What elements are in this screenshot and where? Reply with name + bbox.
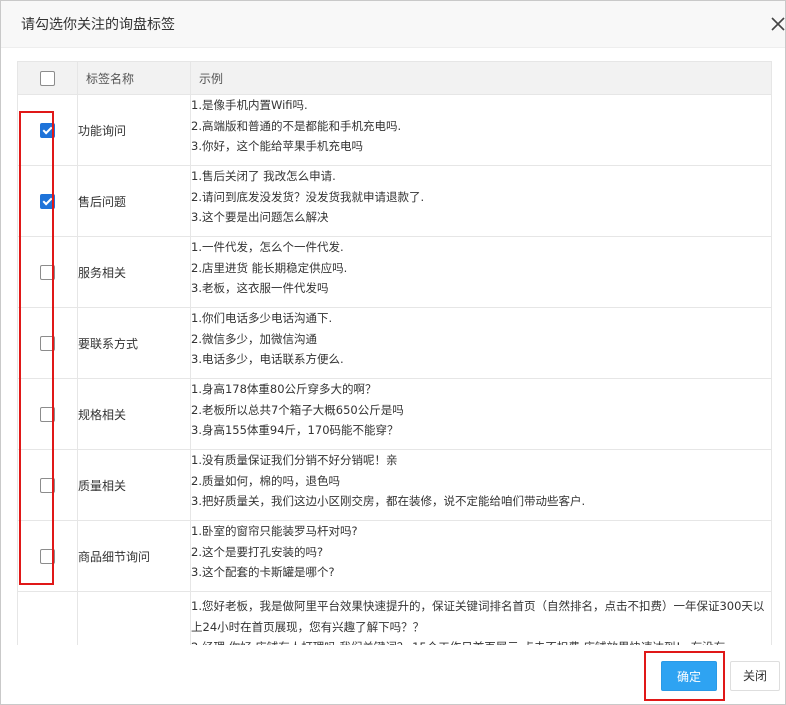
- tag-examples: 1.身高178体重80公斤穿多大的啊？ 2.老板所以总共7个箱子大概650公斤是…: [190, 378, 772, 450]
- tag-name: 服务相关: [77, 236, 191, 308]
- table-row: 商品细节询问 1.卧室的窗帘只能装罗马杆对吗? 2.这个是要打孔安装的吗? 3.…: [17, 520, 772, 592]
- tag-examples: 1.一件代发，怎么个一件代发. 2.店里进货 能长期稳定供应吗. 3.老板，这衣…: [190, 236, 772, 308]
- table-row: 售后问题 1.售后关闭了 我改怎么申请. 2.请问到底发没发货？没发货我就申请退…: [17, 165, 772, 237]
- tag-checkbox-product-detail[interactable]: [40, 548, 55, 564]
- table-row: 要联系方式 1.你们电话多少电话沟通下. 2.微信多少，加微信沟通 3.电话多少…: [17, 307, 772, 379]
- example-line: 2.微信多少，加微信沟通: [191, 331, 317, 346]
- tag-checkbox-aftersale[interactable]: [40, 193, 55, 209]
- tag-table: 标签名称 示例 功能询问 1.是像手机内置Wifi吗. 2.高端版和普通的不是都…: [17, 61, 772, 645]
- header-tag-name: 标签名称: [77, 61, 191, 95]
- example-line: 1.卧室的窗帘只能装罗马杆对吗?: [191, 524, 358, 538]
- tag-name: 要联系方式: [77, 307, 191, 379]
- table-header-row: 标签名称 示例: [17, 61, 772, 95]
- tag-examples: 1.你们电话多少电话沟通下. 2.微信多少，加微信沟通 3.电话多少，电话联系方…: [190, 307, 772, 379]
- dialog-content[interactable]: 标签名称 示例 功能询问 1.是像手机内置Wifi吗. 2.高端版和普通的不是都…: [1, 48, 785, 645]
- example-line: 2.高端版和普通的不是都能和手机充电吗.: [191, 118, 402, 133]
- example-line: 2.请问到底发没发货？没发货我就申请退款了.: [191, 189, 425, 204]
- tag-name: [77, 591, 191, 645]
- tag-name: 质量相关: [77, 449, 191, 521]
- table-row: 功能询问 1.是像手机内置Wifi吗. 2.高端版和普通的不是都能和手机充电吗.…: [17, 94, 772, 166]
- tag-checkbox-quality[interactable]: [40, 477, 55, 493]
- tag-name: 功能询问: [77, 94, 191, 166]
- example-line: 2.店里进货 能长期稳定供应吗.: [191, 260, 348, 275]
- tag-examples: 1.卧室的窗帘只能装罗马杆对吗? 2.这个是要打孔安装的吗? 3.这个配套的卡斯…: [190, 520, 772, 592]
- tag-name: 商品细节询问: [77, 520, 191, 592]
- tag-examples: 1.您好老板，我是做阿里平台效果快速提升的，保证关键词排名首页（自然排名，点击不…: [190, 591, 772, 645]
- table-row: 规格相关 1.身高178体重80公斤穿多大的啊？ 2.老板所以总共7个箱子大概6…: [17, 378, 772, 450]
- select-all-cell: [17, 61, 78, 95]
- tag-name: 规格相关: [77, 378, 191, 450]
- table-row: 1.您好老板，我是做阿里平台效果快速提升的，保证关键词排名首页（自然排名，点击不…: [17, 591, 772, 645]
- select-all-checkbox[interactable]: [40, 70, 55, 86]
- tag-name: 售后问题: [77, 165, 191, 237]
- dialog-title: 请勾选你关注的询盘标签: [21, 17, 175, 33]
- example-line: 3.你好，这个能给苹果手机充电吗: [191, 139, 363, 153]
- header-examples: 示例: [190, 61, 772, 95]
- example-line: 1.身高178体重80公斤穿多大的啊？: [191, 382, 377, 396]
- example-line: 3.这个要是出问题怎么解决: [191, 210, 329, 224]
- example-line: 3.这个配套的卡斯罐是哪个?: [191, 565, 335, 579]
- close-button[interactable]: 关闭: [730, 661, 780, 691]
- tag-checkbox-contact[interactable]: [40, 335, 55, 351]
- tag-examples: 1.是像手机内置Wifi吗. 2.高端版和普通的不是都能和手机充电吗. 3.你好…: [190, 94, 772, 166]
- tag-selection-dialog: 请勾选你关注的询盘标签 标签名称 示例 功能询问 1.是像手机内置Wifi吗. …: [0, 0, 786, 705]
- tag-examples: 1.没有质量保证我们分销不好分销呢！亲 2.质量如何，棉的吗，退色吗 3.把好质…: [190, 449, 772, 521]
- table-row: 质量相关 1.没有质量保证我们分销不好分销呢！亲 2.质量如何，棉的吗，退色吗 …: [17, 449, 772, 521]
- example-line: 2.这个是要打孔安装的吗?: [191, 544, 324, 559]
- confirm-button[interactable]: 确定: [661, 661, 717, 691]
- tag-checkbox-function[interactable]: [40, 122, 55, 138]
- example-line: 3.电话多少，电话联系方便么.: [191, 352, 344, 366]
- example-line: 3.把好质量关，我们这边小区刚交房，都在装修，说不定能给咱们带动些客户.: [191, 494, 586, 508]
- example-line: 1.是像手机内置Wifi吗.: [191, 98, 308, 112]
- example-line: 1.没有质量保证我们分销不好分销呢！亲: [191, 453, 398, 467]
- example-line: 2.老板所以总共7个箱子大概650公斤是吗: [191, 402, 404, 417]
- tag-checkbox-service[interactable]: [40, 264, 55, 280]
- example-line: 1.你们电话多少电话沟通下.: [191, 311, 333, 325]
- table-row: 服务相关 1.一件代发，怎么个一件代发. 2.店里进货 能长期稳定供应吗. 3.…: [17, 236, 772, 308]
- example-line: 2.经理 你好 店铺有人打理吗 我们关键词？ 15个工作日首页展示 点击不扣费 …: [191, 637, 771, 645]
- example-line: 3.老板，这衣服一件代发吗: [191, 281, 329, 295]
- example-line: 3.身高155体重94斤，170码能不能穿？: [191, 423, 399, 437]
- example-line: 1.售后关闭了 我改怎么申请.: [191, 169, 336, 183]
- example-line: 1.您好老板，我是做阿里平台效果快速提升的，保证关键词排名首页（自然排名，点击不…: [191, 599, 765, 634]
- tag-examples: 1.售后关闭了 我改怎么申请. 2.请问到底发没发货？没发货我就申请退款了. 3…: [190, 165, 772, 237]
- tag-checkbox-spec[interactable]: [40, 406, 55, 422]
- example-line: 1.一件代发，怎么个一件代发.: [191, 240, 344, 254]
- example-line: 2.质量如何，棉的吗，退色吗: [191, 473, 340, 488]
- dialog-header: 请勾选你关注的询盘标签: [1, 1, 785, 48]
- close-icon[interactable]: [769, 15, 785, 33]
